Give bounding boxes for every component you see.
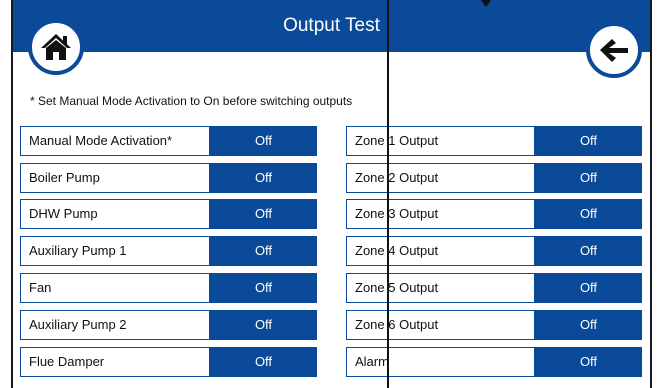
output-row: Zone 1 Output Off — [346, 126, 642, 156]
output-row: Manual Mode Activation* Off — [20, 126, 317, 156]
output-label: Fan — [20, 273, 210, 303]
output-label: Zone 3 Output — [346, 199, 535, 229]
output-row: Flue Damper Off — [20, 347, 317, 377]
zone-3-toggle[interactable]: Off — [535, 199, 642, 229]
page-title: Output Test — [283, 15, 380, 36]
output-row: Zone 6 Output Off — [346, 310, 642, 340]
back-button[interactable] — [586, 22, 642, 78]
output-label: Boiler Pump — [20, 163, 210, 193]
output-row: Boiler Pump Off — [20, 163, 317, 193]
output-row: Fan Off — [20, 273, 317, 303]
output-label: Zone 1 Output — [346, 126, 535, 156]
output-row: Zone 2 Output Off — [346, 163, 642, 193]
output-label: Alarm — [346, 347, 535, 377]
instruction-note: * Set Manual Mode Activation to On befor… — [30, 94, 353, 108]
output-label: DHW Pump — [20, 199, 210, 229]
dhw-pump-toggle[interactable]: Off — [210, 199, 317, 229]
output-row: Zone 3 Output Off — [346, 199, 642, 229]
alarm-toggle[interactable]: Off — [535, 347, 642, 377]
output-label: Auxiliary Pump 2 — [20, 310, 210, 340]
overlay-divider-line — [387, 0, 389, 388]
output-row: Auxiliary Pump 2 Off — [20, 310, 317, 340]
overlay-arrow-icon — [481, 0, 491, 7]
boiler-pump-toggle[interactable]: Off — [210, 163, 317, 193]
auxiliary-pump-1-toggle[interactable]: Off — [210, 236, 317, 266]
zone-4-toggle[interactable]: Off — [535, 236, 642, 266]
output-label: Zone 2 Output — [346, 163, 535, 193]
output-label: Zone 5 Output — [346, 273, 535, 303]
zone-1-toggle[interactable]: Off — [535, 126, 642, 156]
zone-6-toggle[interactable]: Off — [535, 310, 642, 340]
output-label: Manual Mode Activation* — [20, 126, 210, 156]
zone-2-toggle[interactable]: Off — [535, 163, 642, 193]
output-row: Zone 5 Output Off — [346, 273, 642, 303]
output-row: DHW Pump Off — [20, 199, 317, 229]
fan-toggle[interactable]: Off — [210, 273, 317, 303]
output-label: Zone 6 Output — [346, 310, 535, 340]
auxiliary-pump-2-toggle[interactable]: Off — [210, 310, 317, 340]
arrow-left-icon — [600, 39, 628, 62]
flue-damper-toggle[interactable]: Off — [210, 347, 317, 377]
output-row: Zone 4 Output Off — [346, 236, 642, 266]
zone-5-toggle[interactable]: Off — [535, 273, 642, 303]
home-icon — [41, 34, 71, 60]
manual-mode-toggle[interactable]: Off — [210, 126, 317, 156]
home-button[interactable] — [28, 19, 84, 75]
output-row: Alarm Off — [346, 347, 642, 377]
output-label: Flue Damper — [20, 347, 210, 377]
output-label: Auxiliary Pump 1 — [20, 236, 210, 266]
output-row: Auxiliary Pump 1 Off — [20, 236, 317, 266]
output-label: Zone 4 Output — [346, 236, 535, 266]
